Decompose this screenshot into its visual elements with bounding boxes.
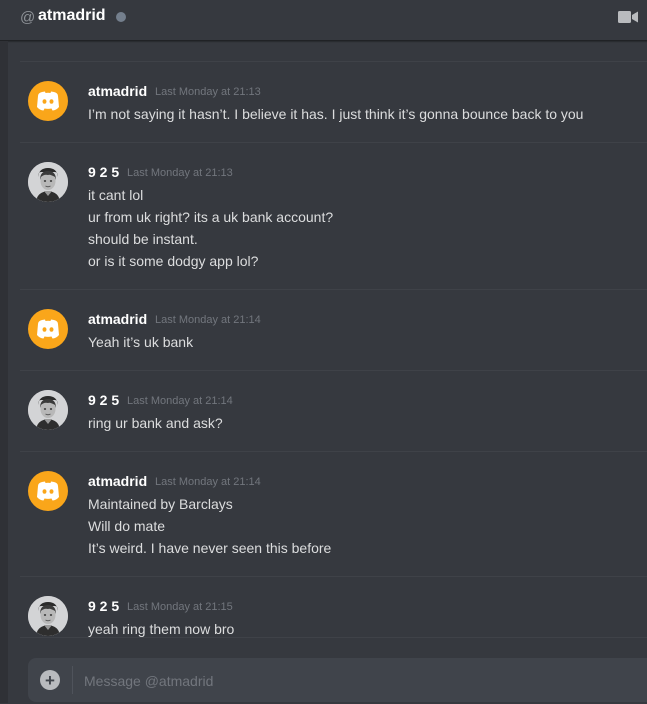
user-photo-avatar[interactable]: [28, 596, 68, 636]
message-divider: [20, 370, 647, 371]
message-input[interactable]: [82, 658, 636, 704]
discord-logo-icon[interactable]: [28, 309, 68, 349]
message-text: should be instant.: [88, 231, 198, 247]
message-text: I’m not saying it hasn’t. I believe it h…: [88, 106, 584, 122]
message-list[interactable]: atmadrid Last Monday at 21:13 I’m not sa…: [0, 41, 647, 658]
message-author[interactable]: 9 2 5: [88, 164, 119, 180]
composer-divider: [72, 666, 73, 694]
message-text: Will do mate: [88, 518, 166, 534]
message-text: ring ur bank and ask?: [88, 415, 223, 431]
message-author[interactable]: atmadrid: [88, 311, 147, 327]
message-composer: +: [28, 658, 647, 704]
message-author[interactable]: 9 2 5: [88, 392, 119, 408]
at-symbol: @: [20, 9, 36, 26]
message-timestamp: Last Monday at 21:14: [127, 395, 233, 407]
message-timestamp: Last Monday at 21:14: [155, 314, 261, 326]
channel-header: @ atmadrid: [0, 0, 647, 41]
message-timestamp: Last Monday at 21:13: [155, 86, 261, 98]
status-indicator-icon: [116, 12, 126, 22]
message-text: it cant lol: [88, 187, 144, 203]
message-divider: [20, 61, 647, 62]
plus-circle-icon[interactable]: +: [40, 670, 60, 690]
message-divider: [20, 576, 647, 577]
message-text: Yeah it’s uk bank: [88, 334, 194, 350]
dm-recipient-name[interactable]: atmadrid: [38, 7, 106, 25]
discord-logo-icon[interactable]: [28, 471, 68, 511]
message-author[interactable]: 9 2 5: [88, 598, 119, 614]
message-divider: [20, 451, 647, 452]
message-text: or is it some dodgy app lol?: [88, 253, 259, 269]
message-author[interactable]: atmadrid: [88, 473, 147, 489]
message-text: It’s weird. I have never seen this befor…: [88, 540, 332, 556]
message-divider: [20, 637, 647, 638]
user-photo-avatar[interactable]: [28, 162, 68, 202]
video-camera-icon[interactable]: [617, 9, 639, 25]
message-timestamp: Last Monday at 21:13: [127, 167, 233, 179]
user-photo-avatar[interactable]: [28, 390, 68, 430]
message-author[interactable]: atmadrid: [88, 83, 147, 99]
message-text: ur from uk right? its a uk bank account?: [88, 209, 334, 225]
message-timestamp: Last Monday at 21:14: [155, 476, 261, 488]
message-divider: [20, 289, 647, 290]
message-timestamp: Last Monday at 21:15: [127, 601, 233, 613]
message-text: Maintained by Barclays: [88, 496, 233, 512]
message-text: yeah ring them now bro: [88, 621, 235, 637]
message-divider: [20, 142, 647, 143]
discord-logo-icon[interactable]: [28, 81, 68, 121]
